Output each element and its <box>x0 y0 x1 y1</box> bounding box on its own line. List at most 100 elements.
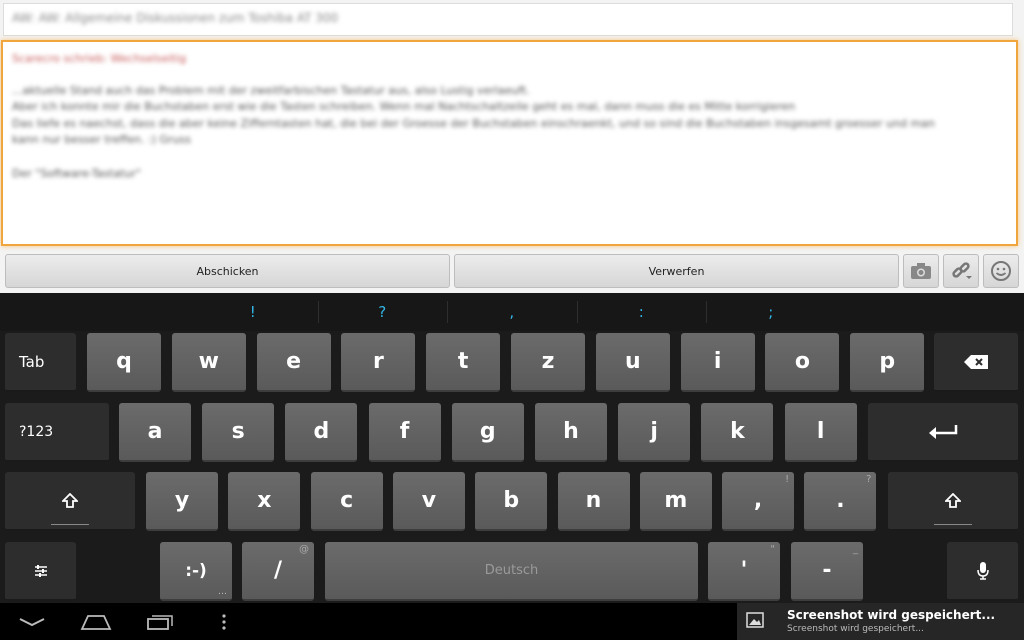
enter-icon <box>929 424 958 439</box>
emoji-button[interactable] <box>983 254 1019 288</box>
key-label: y <box>174 488 190 513</box>
message-line: Der "Software-Tastatur" <box>12 167 142 180</box>
key-g[interactable]: g <box>451 403 524 462</box>
slash-key-label: / <box>273 558 283 583</box>
back-button[interactable] <box>12 603 52 640</box>
message-line: Aber ich konnte mir die Buchstaben erst … <box>12 100 796 113</box>
space-key[interactable]: Deutsch <box>325 542 698 601</box>
key-j[interactable]: j <box>618 403 691 462</box>
key-period[interactable]: .? <box>804 472 877 531</box>
attach-photo-button[interactable] <box>903 254 939 288</box>
shift-key-left[interactable] <box>5 472 135 531</box>
key-y[interactable]: y <box>146 472 218 531</box>
message-line: kann nur besser treffen. :) Gruss <box>12 133 191 146</box>
key-b[interactable]: b <box>475 472 548 531</box>
subject-text: AW: AW: Allgemeine Diskussionen zum Tosh… <box>12 11 339 25</box>
image-icon <box>746 612 764 632</box>
menu-dots-icon <box>222 613 226 630</box>
suggestion-item[interactable]: ; <box>706 293 836 331</box>
smiley-key-label: :-) <box>185 560 207 581</box>
key-o[interactable]: o <box>765 333 840 392</box>
key-t[interactable]: t <box>426 333 501 392</box>
key-l[interactable]: l <box>784 403 857 462</box>
key-label: q <box>116 349 132 374</box>
key-d[interactable]: d <box>285 403 358 462</box>
key-label: g <box>479 419 496 444</box>
key-label: a <box>147 419 163 444</box>
key-label: k <box>730 419 745 444</box>
key-w[interactable]: w <box>171 333 246 392</box>
discard-button[interactable]: Verwerfen <box>454 254 899 288</box>
key-label: e <box>286 349 302 374</box>
suggestion-item[interactable]: ! <box>188 293 318 331</box>
home-icon <box>80 614 112 630</box>
settings-key[interactable] <box>5 542 76 601</box>
symbols-key[interactable]: ?123 <box>5 403 109 462</box>
key-q[interactable]: q <box>87 333 161 392</box>
key-a[interactable]: a <box>119 403 191 462</box>
enter-key[interactable] <box>868 403 1018 462</box>
key-label: p <box>879 349 896 374</box>
dash-key-label: - <box>822 558 832 583</box>
key-x[interactable]: x <box>228 472 301 531</box>
suggestion-item[interactable]: , <box>447 293 577 331</box>
suggestion-item[interactable]: : <box>577 293 707 331</box>
slash-key[interactable]: / @ <box>242 542 314 601</box>
key-p[interactable]: p <box>850 333 925 392</box>
key-label: o <box>794 349 810 374</box>
message-line: Scarecro schrieb: Wechselseitig <box>12 52 187 65</box>
home-button[interactable] <box>76 603 116 640</box>
key-h[interactable]: h <box>535 403 607 462</box>
microphone-icon <box>976 561 989 580</box>
key-n[interactable]: n <box>557 472 630 531</box>
key-label: z <box>541 349 555 374</box>
message-line: ...aktuelle Stand auch das Problem mit d… <box>12 84 530 97</box>
smiley-key[interactable]: :-)… <box>160 542 232 601</box>
key-label: b <box>503 488 520 513</box>
key-label: r <box>372 349 384 374</box>
key-label: n <box>585 488 602 513</box>
key-m[interactable]: m <box>639 472 712 531</box>
camera-icon <box>911 263 931 279</box>
link-icon <box>952 262 972 279</box>
key-s[interactable]: s <box>202 403 275 462</box>
key-c[interactable]: c <box>310 472 383 531</box>
notification-title: Screenshot wird gespeichert... <box>787 608 996 622</box>
key-label: h <box>563 419 579 444</box>
menu-button[interactable] <box>214 603 234 640</box>
backspace-key[interactable] <box>934 333 1018 392</box>
voice-input-key[interactable] <box>947 542 1018 601</box>
apostrophe-key[interactable]: ' " <box>708 542 780 601</box>
key-e[interactable]: e <box>256 333 331 392</box>
key-u[interactable]: u <box>595 333 670 392</box>
shift-key-right[interactable] <box>888 472 1018 531</box>
submit-button-label: Abschicken <box>196 264 259 278</box>
key-label: d <box>313 419 330 444</box>
key-z[interactable]: z <box>511 333 585 392</box>
key-r[interactable]: r <box>341 333 416 392</box>
recent-apps-icon <box>147 614 173 630</box>
key-label: f <box>399 419 410 444</box>
dash-key[interactable]: - _ <box>791 542 863 601</box>
submit-button[interactable]: Abschicken <box>5 254 450 288</box>
settings-sliders-icon <box>34 564 47 577</box>
symbols-key-label: ?123 <box>19 423 54 440</box>
key-f[interactable]: f <box>368 403 441 462</box>
suggestion-bar: !?,:; <box>0 293 1024 331</box>
key-hint: ? <box>866 474 872 485</box>
tab-key-label: Tab <box>19 352 45 371</box>
key-comma[interactable]: ,! <box>722 472 795 531</box>
key-label: . <box>836 488 845 513</box>
tab-key[interactable]: Tab <box>5 333 76 392</box>
key-k[interactable]: k <box>701 403 774 462</box>
key-i[interactable]: i <box>680 333 755 392</box>
key-label: m <box>664 488 688 513</box>
key-label: , <box>753 488 763 513</box>
smiley-icon <box>991 261 1011 281</box>
key-label: l <box>816 419 825 444</box>
recent-apps-button[interactable] <box>140 603 180 640</box>
key-v[interactable]: v <box>392 472 465 531</box>
insert-link-button[interactable] <box>943 254 979 288</box>
key-label: v <box>421 488 437 513</box>
suggestion-item[interactable]: ? <box>318 293 448 331</box>
